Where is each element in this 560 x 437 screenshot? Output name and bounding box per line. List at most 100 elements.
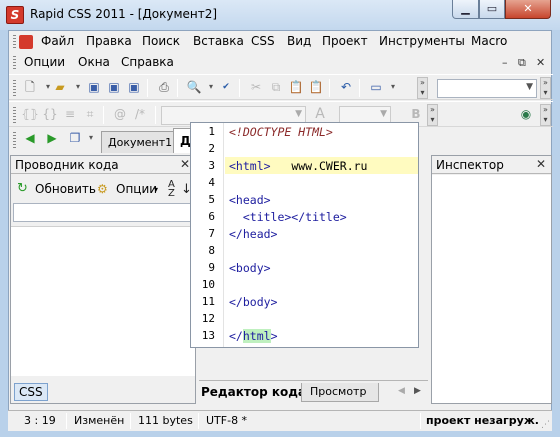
line-number: 6 (208, 210, 215, 223)
close-icon[interactable]: ✕ (180, 157, 190, 171)
property-icon[interactable]: ≡ (61, 105, 79, 123)
options-button[interactable]: Опции (116, 182, 157, 196)
status-separator (420, 413, 421, 429)
tab-document1[interactable]: Документ1 (101, 131, 180, 153)
print-icon[interactable]: ⎙ (155, 78, 173, 96)
refresh-icon: ↻ (17, 181, 28, 196)
line-number: 4 (208, 176, 215, 189)
back-arrow-icon[interactable]: ◀ (21, 129, 39, 147)
save-all-icon[interactable]: ▣ (105, 78, 123, 96)
line-number: 1 (208, 125, 215, 138)
tab-css[interactable]: CSS (14, 383, 48, 401)
menu-project[interactable]: Проект (322, 34, 368, 48)
tab-code-editor[interactable]: Редактор кода (201, 385, 306, 399)
refresh-button[interactable]: Обновить (35, 182, 96, 196)
toolbar-overflow-icon[interactable]: » ▾ (417, 77, 428, 99)
toolbar-separator (103, 106, 104, 124)
network-icon[interactable]: ◉ (517, 105, 535, 123)
line-number: 8 (208, 244, 215, 257)
braces-icon[interactable]: {} (41, 105, 59, 123)
toolbar-separator (147, 79, 148, 97)
spellcheck-icon[interactable]: ✔ (217, 78, 235, 96)
toolbar-overflow-icon[interactable]: » ▾ (540, 77, 551, 99)
grip-handle[interactable] (13, 35, 16, 49)
paste-special-icon[interactable]: 📋 (307, 78, 325, 96)
paste-icon[interactable]: 📋 (287, 78, 305, 96)
font-color-icon[interactable]: A (311, 105, 329, 123)
menu-windows[interactable]: Окна (78, 55, 110, 69)
menu-bar: Файл Правка Поиск Вставка CSS Вид Проект… (9, 31, 553, 53)
encoding: UTF-8 * (206, 414, 248, 427)
window-list-dropdown-icon[interactable]: ▾ (82, 129, 100, 147)
mdi-close-icon[interactable]: ✕ (536, 56, 545, 69)
undo-icon[interactable]: ↶ (337, 78, 355, 96)
scroll-right-icon[interactable]: ▶ (414, 386, 421, 396)
resize-grip-icon[interactable]: ⋰ (541, 420, 550, 430)
line-number: 11 (201, 295, 215, 308)
code-token: www.CWER.ru (270, 159, 368, 173)
bold-icon[interactable]: B (407, 105, 425, 123)
toolbar-separator (177, 79, 178, 97)
app-icon: S (6, 6, 24, 24)
code-token: <html> (229, 159, 271, 173)
save-icon[interactable]: ▣ (85, 78, 103, 96)
options-gear-icon: ⚙ (97, 182, 108, 196)
code-token: <head> (229, 193, 271, 207)
modified-status: Изменён (74, 414, 125, 427)
open-folder-icon[interactable]: ▰ (51, 78, 69, 96)
line-number: 7 (208, 227, 215, 240)
toolbar-overflow-icon[interactable]: » ▾ (540, 104, 551, 126)
selector-icon[interactable]: ⦃⦄ (21, 105, 39, 123)
minimize-button[interactable]: ▁ (452, 0, 479, 19)
save-as-icon[interactable]: ▣ (125, 78, 143, 96)
copy-icon[interactable]: ⧉ (267, 78, 285, 96)
toolbar-overflow-icon[interactable]: » ▾ (427, 104, 438, 126)
grip-handle[interactable] (13, 56, 16, 70)
at-rule-icon[interactable]: @ (111, 105, 129, 123)
code-line: <html> www.CWER.ru (229, 159, 367, 173)
menu-search[interactable]: Поиск (142, 34, 180, 48)
cut-icon[interactable]: ✂ (247, 78, 265, 96)
menu-insert[interactable]: Вставка (193, 34, 244, 48)
menu-view[interactable]: Вид (287, 34, 311, 48)
options-dropdown-icon[interactable]: ▾ (154, 185, 158, 194)
menu-file[interactable]: Файл (41, 34, 74, 48)
code-editor[interactable]: 1 2 3 4 5 6 7 8 9 10 11 12 13 <!DOCTYPE … (190, 122, 419, 348)
close-button[interactable]: ✕ (505, 0, 551, 19)
mdi-minimize-icon[interactable]: – (502, 56, 508, 69)
grip-handle[interactable] (13, 132, 16, 148)
menu-help[interactable]: Справка (121, 55, 174, 69)
mdi-restore-icon[interactable]: ⧉ (518, 56, 526, 70)
menu-options[interactable]: Опции (24, 55, 65, 69)
menu-macro[interactable]: Macro (471, 34, 507, 48)
toolbar-separator (239, 79, 240, 97)
new-file-icon[interactable]: 🗋 (21, 78, 39, 96)
tab-preview[interactable]: Просмотр (301, 383, 380, 402)
scroll-left-icon[interactable]: ◀ (398, 386, 405, 396)
maximize-button[interactable]: ▭ (479, 0, 505, 19)
toolbar-combo[interactable]: ▼ (437, 79, 537, 98)
comment-icon[interactable]: /* (131, 105, 149, 123)
menu-tools[interactable]: Инструменты (379, 34, 465, 48)
preview-icon[interactable]: 🔍 (185, 78, 203, 96)
grip-handle[interactable] (13, 107, 16, 123)
value-icon[interactable]: ⌗ (81, 105, 99, 123)
close-icon[interactable]: ✕ (536, 157, 546, 171)
grip-handle[interactable] (13, 80, 16, 96)
code-line: <body> (229, 261, 271, 275)
menu-edit[interactable]: Правка (86, 34, 132, 48)
layout-dropdown-icon[interactable]: ▾ (384, 78, 402, 96)
code-line: </head> (229, 227, 277, 241)
status-separator (130, 413, 131, 429)
code-token: <!DOCTYPE HTML> (229, 125, 333, 139)
forward-arrow-icon[interactable]: ▶ (43, 129, 61, 147)
window-title: Rapid CSS 2011 - [Документ2] (30, 7, 218, 21)
menu-css[interactable]: CSS (251, 34, 275, 48)
layout-icon[interactable]: ▭ (367, 78, 385, 96)
toolbar-separator (155, 106, 156, 124)
explorer-tree[interactable] (11, 226, 195, 376)
doc-icon (19, 35, 33, 49)
inspector-body (432, 175, 551, 403)
explorer-search-input[interactable] (13, 203, 192, 222)
code-token: </head> (229, 227, 278, 241)
